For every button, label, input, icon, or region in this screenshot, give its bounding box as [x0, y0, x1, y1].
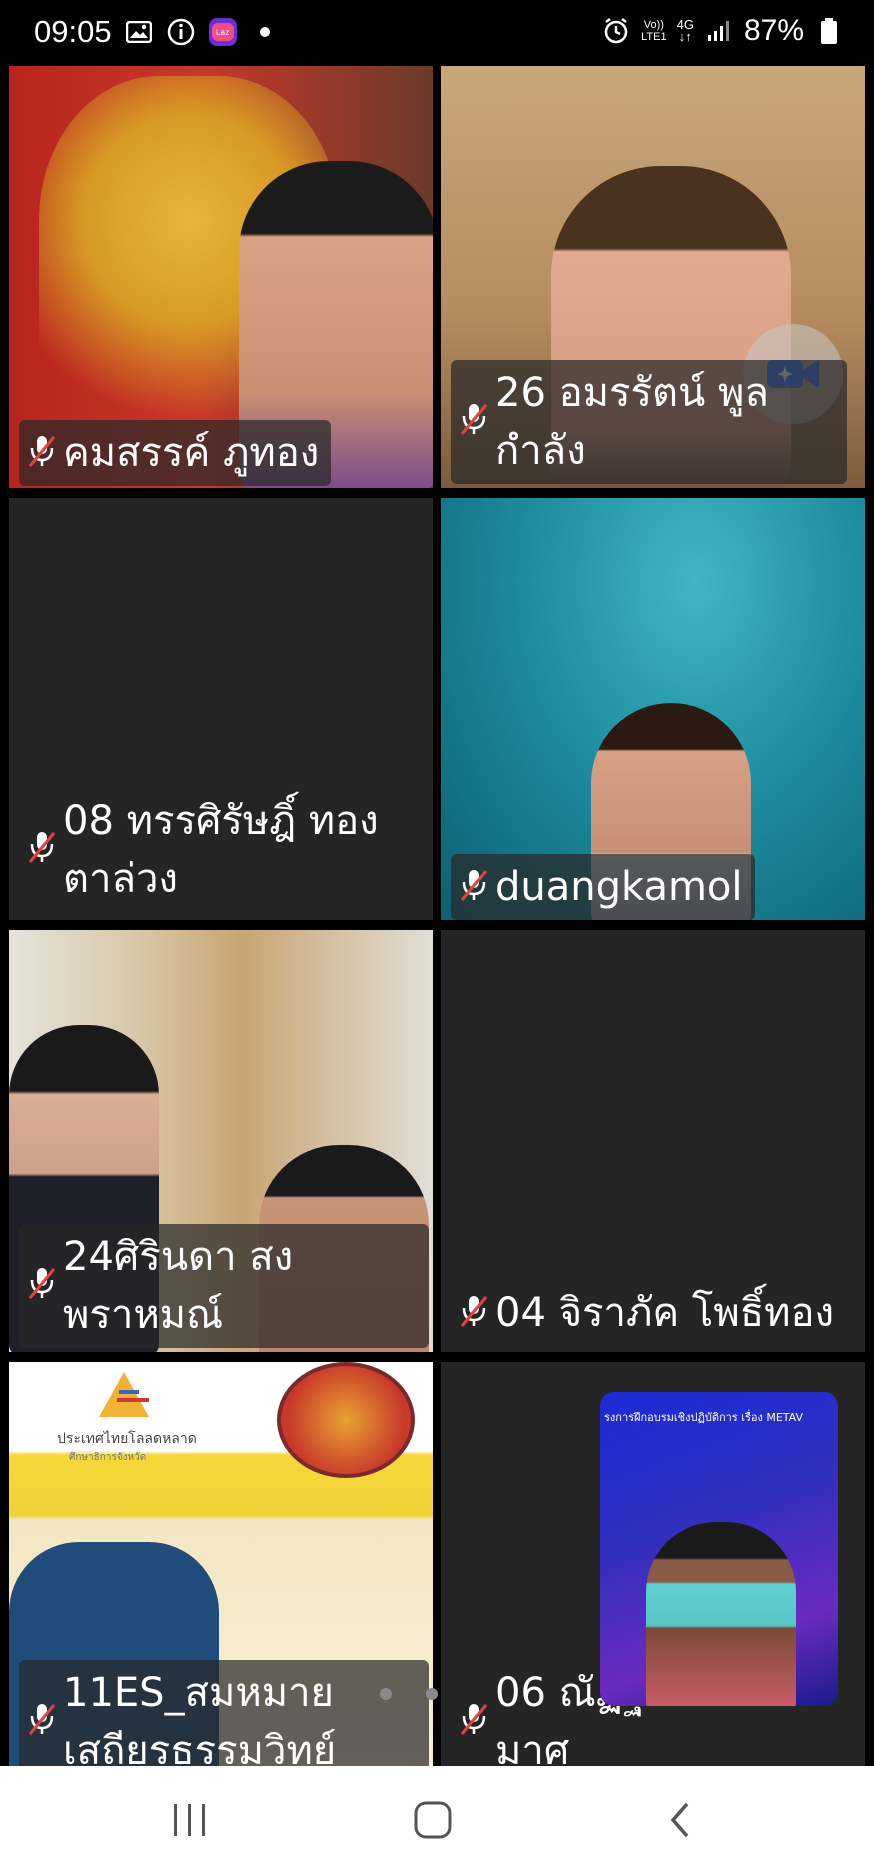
slide-caption-sub: ศึกษาธิการจังหวัด [69, 1452, 147, 1463]
network-gen-label: 4G [676, 17, 694, 32]
back-icon [670, 1802, 689, 1838]
page-indicator [380, 1688, 438, 1700]
slide-caption: ประเทศไทยโลลดหลาด [57, 1431, 197, 1447]
participant-name: duangkamol [495, 864, 743, 910]
volte-indicator: Vo)) LTE1 [641, 19, 666, 43]
home-button[interactable] [393, 1790, 473, 1850]
alarm-icon [601, 16, 631, 46]
participant-tile[interactable]: ประเทศไทยโลลดหลาด ศึกษาธิการจังหวัด 11ES… [9, 1362, 433, 1766]
participant-tile[interactable]: 04 จิราภัค โพธิ์ทอง [441, 930, 865, 1352]
lazada-icon: Laz [208, 17, 238, 47]
battery-icon [814, 16, 844, 46]
participant-tile[interactable]: 26 อมรรัตน์ พูล กำลัง [441, 66, 865, 488]
mic-muted-icon [460, 870, 488, 901]
mic-muted-icon [28, 436, 56, 467]
lte-label: LTE1 [641, 31, 667, 43]
self-view-banner: รงการฝึกอบรมเชิงปฏิบัติการ เรื่อง METAV [604, 1411, 804, 1424]
self-view-video[interactable]: รงการฝึกอบรมเชิงปฏิบัติการ เรื่อง METAV [600, 1392, 838, 1706]
network-gen-indicator: 4G ↓↑ [676, 17, 694, 44]
status-bar: 09:05 Laz Vo)) LTE1 4G ↓↑ 87% [0, 0, 874, 66]
slide-emblem [277, 1362, 415, 1478]
info-icon [166, 17, 196, 47]
mic-muted-icon [28, 832, 56, 863]
mic-muted-icon [460, 1296, 488, 1327]
participant-name: 11ES_สมหมาย เสถียรธรรมวิทย์ [63, 1670, 337, 1766]
lazada-badge: Laz [215, 28, 230, 37]
slide-logo [79, 1362, 199, 1422]
participant-tile[interactable]: 08 ทรรศิรัษฎิ์ ทอง ตาล่วง [9, 498, 433, 920]
page-dot [426, 1688, 438, 1700]
gallery-icon [124, 17, 154, 47]
participant-name: 04 จิราภัค โพธิ์ทอง [495, 1290, 835, 1336]
participant-name: 26 อมรรัตน์ พูล กำลัง [495, 370, 769, 474]
participant-name-tag: 11ES_สมหมาย เสถียรธรรมวิทย์ [19, 1660, 429, 1766]
participant-name: คมสรรค์ ภูทอง [63, 430, 320, 476]
page-dot [380, 1688, 392, 1700]
video-feed-person [646, 1522, 796, 1706]
signal-icon [704, 16, 734, 46]
participant-name-tag: 08 ทรรศิรัษฎิ์ ทอง ตาล่วง [19, 788, 391, 912]
mic-muted-icon [460, 404, 488, 435]
participant-name: 08 ทรรศิรัษฎิ์ ทอง ตาล่วง [63, 798, 379, 902]
home-icon [414, 1801, 452, 1839]
participant-name: 24ศิรินดา สง พราหมณ์ [63, 1234, 294, 1338]
clock: 09:05 [34, 14, 112, 49]
back-button[interactable] [640, 1790, 720, 1850]
volte-label: Vo)) [643, 19, 664, 31]
participant-tile[interactable]: 24ศิรินดา สง พราหมณ์ [9, 930, 433, 1352]
recent-apps-button[interactable] [150, 1790, 230, 1850]
battery-percent: 87% [743, 14, 804, 47]
system-navigation-bar [0, 1766, 874, 1874]
mic-muted-icon [28, 1704, 56, 1735]
recent-apps-icon [174, 1804, 205, 1836]
participant-name-tag: 24ศิรินดา สง พราหมณ์ [19, 1224, 429, 1348]
participant-tile[interactable]: คมสรรค์ ภูทอง [9, 66, 433, 488]
participant-tile[interactable]: duangkamol [441, 498, 865, 920]
mic-muted-icon [460, 1704, 488, 1735]
notification-dot-icon [250, 17, 280, 47]
participant-name-tag: 26 อมรรัตน์ พูล กำลัง [451, 360, 847, 484]
participant-name-tag: 04 จิราภัค โพธิ์ทอง [451, 1280, 846, 1346]
mic-muted-icon [28, 1268, 56, 1299]
participant-name-tag: คมสรรค์ ภูทอง [19, 420, 332, 486]
participant-name-tag: duangkamol [451, 854, 755, 920]
